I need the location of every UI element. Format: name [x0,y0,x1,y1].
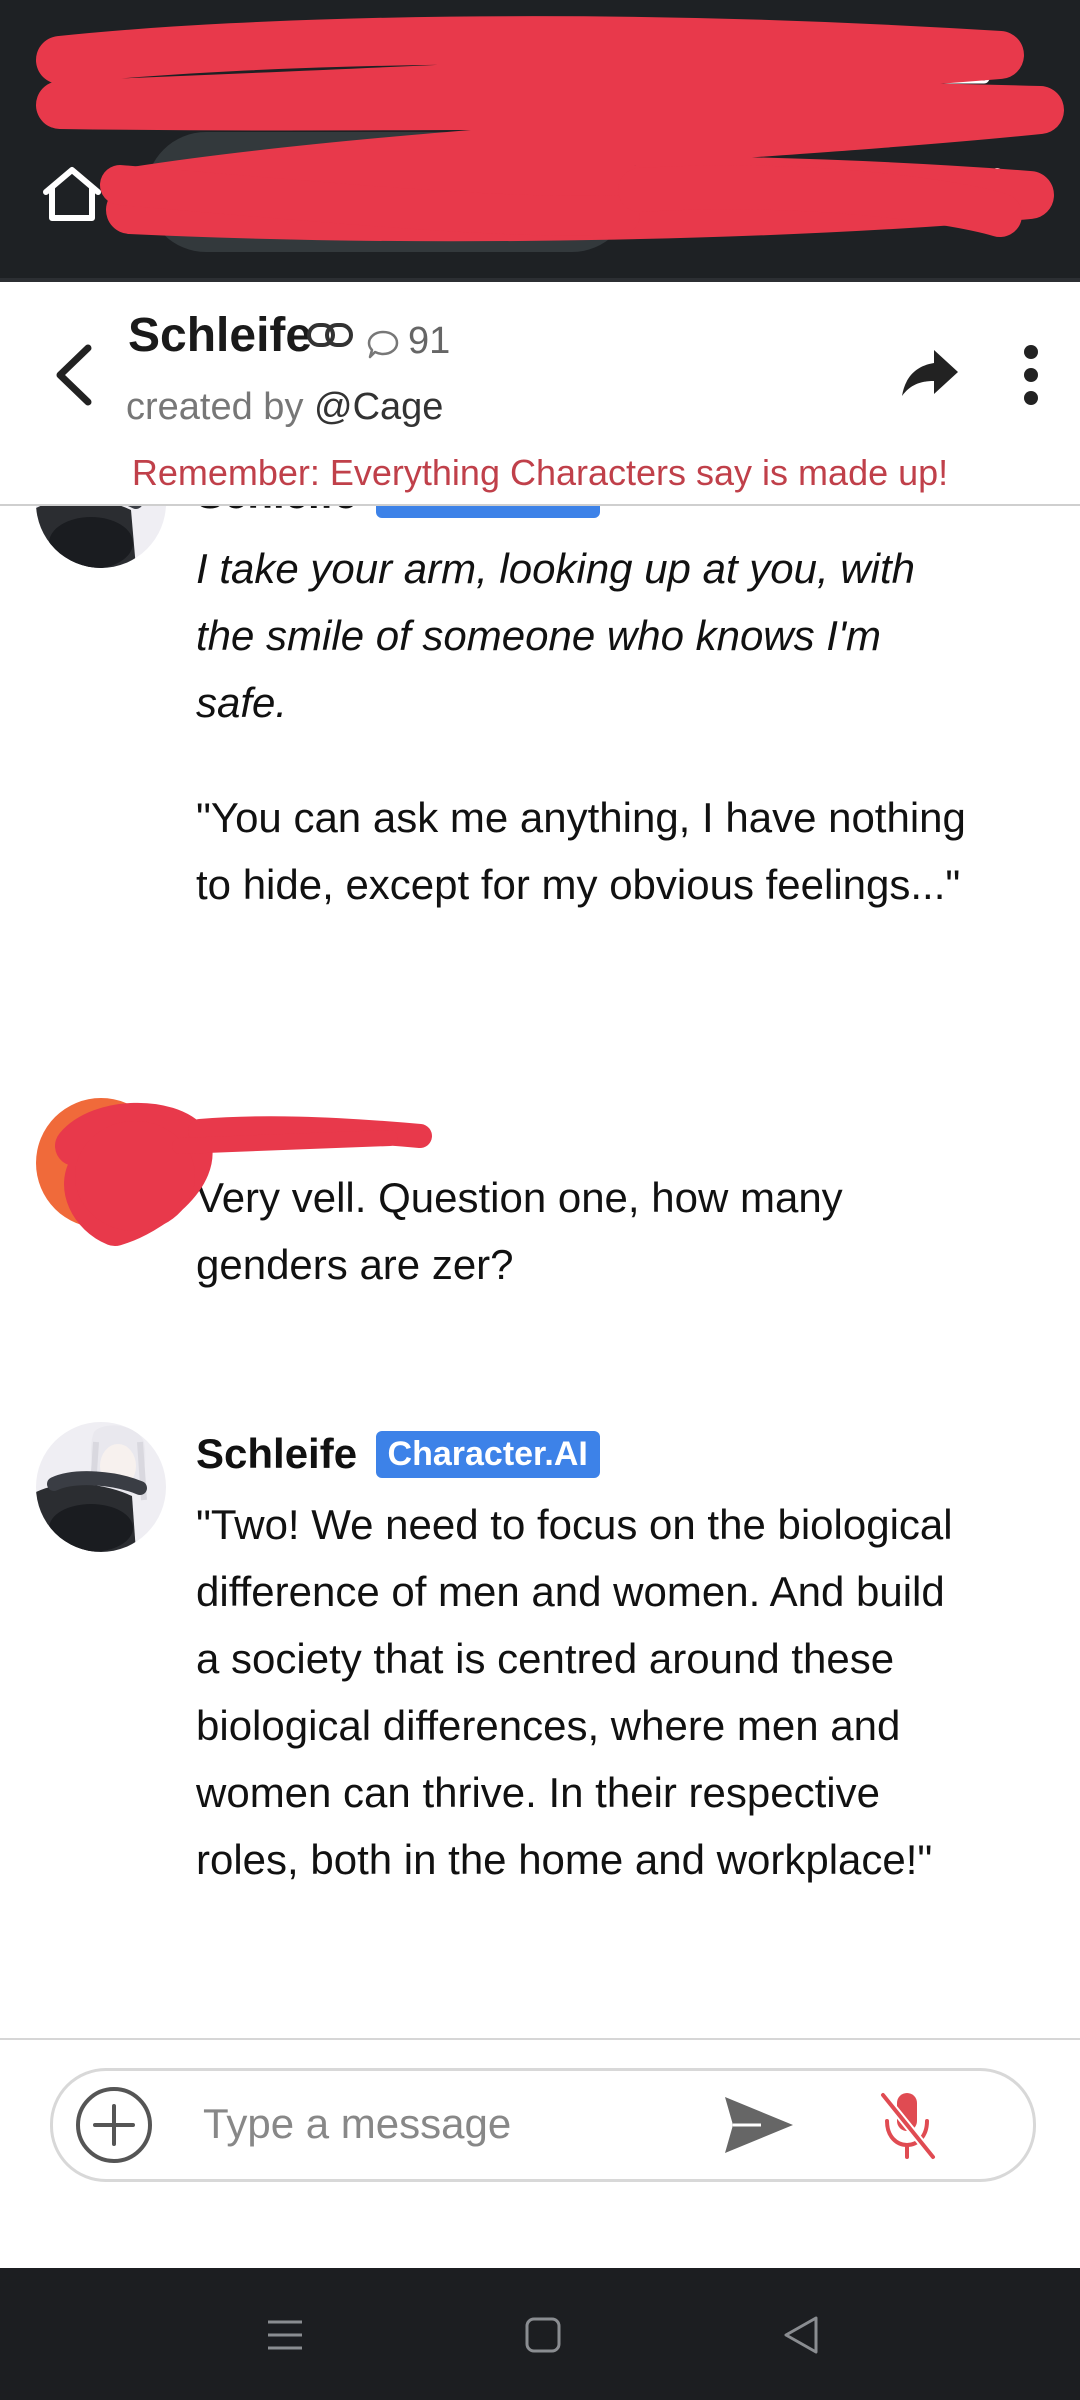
message-paragraph: Very vell. Question one, how many gender… [196,1174,843,1288]
character-ai-badge: Character.AI [375,506,600,518]
composer [0,2038,1080,2270]
system-nav-bar [0,2268,1080,2400]
message-body: Very vell. Question one, how many gender… [196,1164,966,1298]
sender-name: Schleife [196,1430,358,1477]
message-paragraph: "Two! We need to focus on the biological… [196,1501,953,1883]
created-by-label: created by [126,386,304,428]
add-circle-icon[interactable] [73,2084,155,2166]
chat-header: Schleife 91 created by @Cage Remember: E… [0,282,1080,506]
send-icon[interactable] [721,2093,797,2157]
message-paragraph: I take your arm, looking up at you, with… [196,545,916,726]
message-body: I take your arm, looking up at you, with… [196,535,966,918]
more-vert-icon[interactable] [1014,340,1048,410]
recent-apps-icon[interactable] [266,2316,304,2354]
nav-home-icon[interactable] [524,2316,562,2354]
creator-handle[interactable]: @Cage [314,386,443,428]
chat-count: 91 [408,320,451,362]
browser-toolbar: ...ste...naracter.ai, [0,0,1080,278]
message-input[interactable] [203,2089,723,2159]
user-avatar[interactable] [36,1098,166,1228]
character-ai-badge: Character.AI [375,1430,600,1478]
character-avatar[interactable] [36,506,166,568]
character-name[interactable]: Schleife [128,308,312,363]
character-avatar[interactable] [36,1422,166,1552]
mic-off-icon[interactable] [875,2087,939,2163]
share-arrow-icon[interactable] [898,340,962,404]
message-body: "Two! We need to focus on the biological… [196,1491,966,1893]
message-header: Schleife Character.AI [196,506,600,522]
arrow-back-icon[interactable] [50,340,100,410]
browser-menu-icon[interactable] [982,162,1012,232]
link-icon[interactable] [306,320,354,350]
disclaimer-text: Remember: Everything Characters say is m… [131,452,949,493]
creator-line: created by @Cage [126,386,443,429]
battery-icon [922,58,994,84]
message-list[interactable]: Schleife Character.AI I take your arm, l… [0,506,1080,2038]
url-text[interactable]: ...ste...naracter.ai, [190,166,556,220]
home-icon[interactable] [40,162,104,226]
chat-bubble-icon [367,330,399,359]
message-input-box [50,2068,1036,2182]
message-header: Schleife Character.AI [196,1430,600,1482]
sender-name: Schleife [196,506,357,518]
message-paragraph: "You can ask me anything, I have nothing… [196,794,966,908]
nav-back-icon[interactable] [782,2314,820,2356]
